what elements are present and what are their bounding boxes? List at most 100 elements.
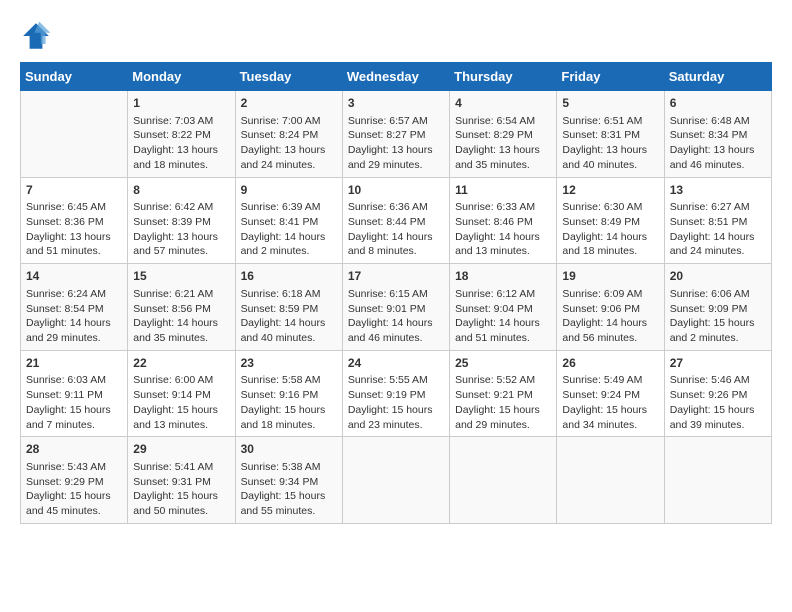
header-cell-saturday: Saturday — [664, 63, 771, 91]
day-number: 3 — [348, 95, 444, 112]
calendar-cell: 22Sunrise: 6:00 AM Sunset: 9:14 PM Dayli… — [128, 350, 235, 437]
day-number: 8 — [133, 182, 229, 199]
calendar-cell: 16 Sunrise: 6:18 AM Sunset: 8:59 PM Dayli… — [235, 264, 342, 351]
calendar-cell — [557, 437, 664, 524]
day-number: 22 — [133, 355, 229, 372]
day-number: 27 — [670, 355, 766, 372]
calendar-cell: 4 Sunrise: 6:54 AM Sunset: 8:29 PM Daylig… — [450, 91, 557, 178]
day-number: 2 — [241, 95, 337, 112]
day-info: Sunrise: 6:09 AM Sunset: 9:06 PM Dayligh… — [562, 287, 658, 346]
header-cell-friday: Friday — [557, 63, 664, 91]
header-cell-sunday: Sunday — [21, 63, 128, 91]
calendar-cell: 5Sunrise: 6:51 AM Sunset: 8:31 PM Daylig… — [557, 91, 664, 178]
header-cell-tuesday: Tuesday — [235, 63, 342, 91]
day-number: 5 — [562, 95, 658, 112]
day-number: 25 — [455, 355, 551, 372]
calendar-cell: 15 Sunrise: 6:21 AM Sunset: 8:56 PM Dayli… — [128, 264, 235, 351]
day-number: 19 — [562, 268, 658, 285]
calendar-cell: 12Sunrise: 6:30 AM Sunset: 8:49 PM Dayli… — [557, 177, 664, 264]
calendar-cell — [342, 437, 449, 524]
day-number: 1 — [133, 95, 229, 112]
day-info: Sunrise: 6:36 AM Sunset: 8:44 PM Dayligh… — [348, 200, 444, 259]
header-cell-wednesday: Wednesday — [342, 63, 449, 91]
calendar-table: SundayMondayTuesdayWednesdayThursdayFrid… — [20, 62, 772, 524]
calendar-cell: 6 Sunrise: 6:48 AM Sunset: 8:34 PM Daylig… — [664, 91, 771, 178]
calendar-cell: 20 Sunrise: 6:06 AM Sunset: 9:09 PM Dayli… — [664, 264, 771, 351]
day-info: Sunrise: 6:30 AM Sunset: 8:49 PM Dayligh… — [562, 200, 658, 259]
week-row-2: 7Sunrise: 6:45 AM Sunset: 8:36 PM Daylig… — [21, 177, 772, 264]
header-cell-thursday: Thursday — [450, 63, 557, 91]
calendar-cell: 10Sunrise: 6:36 AM Sunset: 8:44 PM Dayli… — [342, 177, 449, 264]
calendar-cell: 18Sunrise: 6:12 AM Sunset: 9:04 PM Dayli… — [450, 264, 557, 351]
day-number: 11 — [455, 182, 551, 199]
day-info: Sunrise: 5:41 AM Sunset: 9:31 PM Dayligh… — [133, 460, 229, 519]
day-info: Sunrise: 6:48 AM Sunset: 8:34 PM Dayligh… — [670, 114, 766, 173]
day-info: Sunrise: 5:58 AM Sunset: 9:16 PM Dayligh… — [241, 373, 337, 432]
logo — [20, 20, 56, 52]
day-info: Sunrise: 5:43 AM Sunset: 9:29 PM Dayligh… — [26, 460, 122, 519]
calendar-cell: 23Sunrise: 5:58 AM Sunset: 9:16 PM Dayli… — [235, 350, 342, 437]
day-number: 17 — [348, 268, 444, 285]
day-number: 4 — [455, 95, 551, 112]
calendar-cell: 8Sunrise: 6:42 AM Sunset: 8:39 PM Daylig… — [128, 177, 235, 264]
calendar-cell: 11Sunrise: 6:33 AM Sunset: 8:46 PM Dayli… — [450, 177, 557, 264]
day-info: Sunrise: 6:03 AM Sunset: 9:11 PM Dayligh… — [26, 373, 122, 432]
day-number: 20 — [670, 268, 766, 285]
calendar-cell: 25Sunrise: 5:52 AM Sunset: 9:21 PM Dayli… — [450, 350, 557, 437]
day-info: Sunrise: 5:52 AM Sunset: 9:21 PM Dayligh… — [455, 373, 551, 432]
calendar-cell: 1 Sunrise: 7:03 AM Sunset: 8:22 PM Daylig… — [128, 91, 235, 178]
header-cell-monday: Monday — [128, 63, 235, 91]
week-row-5: 28 Sunrise: 5:43 AM Sunset: 9:29 PM Dayli… — [21, 437, 772, 524]
day-info: Sunrise: 6:00 AM Sunset: 9:14 PM Dayligh… — [133, 373, 229, 432]
calendar-cell: 30 Sunrise: 5:38 AM Sunset: 9:34 PM Dayli… — [235, 437, 342, 524]
day-info: Sunrise: 6:18 AM Sunset: 8:59 PM Dayligh… — [241, 287, 337, 346]
calendar-cell: 2 Sunrise: 7:00 AM Sunset: 8:24 PM Daylig… — [235, 91, 342, 178]
week-row-3: 14 Sunrise: 6:24 AM Sunset: 8:54 PM Dayli… — [21, 264, 772, 351]
day-number: 9 — [241, 182, 337, 199]
day-info: Sunrise: 6:24 AM Sunset: 8:54 PM Dayligh… — [26, 287, 122, 346]
day-info: Sunrise: 5:55 AM Sunset: 9:19 PM Dayligh… — [348, 373, 444, 432]
calendar-cell: 24Sunrise: 5:55 AM Sunset: 9:19 PM Dayli… — [342, 350, 449, 437]
day-info: Sunrise: 6:33 AM Sunset: 8:46 PM Dayligh… — [455, 200, 551, 259]
day-number: 13 — [670, 182, 766, 199]
day-number: 24 — [348, 355, 444, 372]
day-info: Sunrise: 6:54 AM Sunset: 8:29 PM Dayligh… — [455, 114, 551, 173]
day-info: Sunrise: 6:27 AM Sunset: 8:51 PM Dayligh… — [670, 200, 766, 259]
day-number: 23 — [241, 355, 337, 372]
day-number: 12 — [562, 182, 658, 199]
calendar-cell: 3 Sunrise: 6:57 AM Sunset: 8:27 PM Daylig… — [342, 91, 449, 178]
day-number: 30 — [241, 441, 337, 458]
day-number: 7 — [26, 182, 122, 199]
day-info: Sunrise: 6:06 AM Sunset: 9:09 PM Dayligh… — [670, 287, 766, 346]
day-info: Sunrise: 5:38 AM Sunset: 9:34 PM Dayligh… — [241, 460, 337, 519]
calendar-cell: 14 Sunrise: 6:24 AM Sunset: 8:54 PM Dayli… — [21, 264, 128, 351]
day-number: 16 — [241, 268, 337, 285]
day-info: Sunrise: 7:00 AM Sunset: 8:24 PM Dayligh… — [241, 114, 337, 173]
logo-icon — [20, 20, 52, 52]
calendar-cell: 21Sunrise: 6:03 AM Sunset: 9:11 PM Dayli… — [21, 350, 128, 437]
day-number: 29 — [133, 441, 229, 458]
day-info: Sunrise: 6:45 AM Sunset: 8:36 PM Dayligh… — [26, 200, 122, 259]
day-number: 15 — [133, 268, 229, 285]
calendar-cell: 27Sunrise: 5:46 AM Sunset: 9:26 PM Dayli… — [664, 350, 771, 437]
day-info: Sunrise: 7:03 AM Sunset: 8:22 PM Dayligh… — [133, 114, 229, 173]
day-number: 18 — [455, 268, 551, 285]
header-row: SundayMondayTuesdayWednesdayThursdayFrid… — [21, 63, 772, 91]
day-number: 28 — [26, 441, 122, 458]
calendar-cell: 28 Sunrise: 5:43 AM Sunset: 9:29 PM Dayli… — [21, 437, 128, 524]
page-header — [20, 20, 772, 52]
day-info: Sunrise: 6:57 AM Sunset: 8:27 PM Dayligh… — [348, 114, 444, 173]
calendar-cell — [450, 437, 557, 524]
day-info: Sunrise: 5:46 AM Sunset: 9:26 PM Dayligh… — [670, 373, 766, 432]
calendar-cell: 7Sunrise: 6:45 AM Sunset: 8:36 PM Daylig… — [21, 177, 128, 264]
day-number: 14 — [26, 268, 122, 285]
calendar-cell: 9Sunrise: 6:39 AM Sunset: 8:41 PM Daylig… — [235, 177, 342, 264]
day-info: Sunrise: 6:42 AM Sunset: 8:39 PM Dayligh… — [133, 200, 229, 259]
week-row-1: 1 Sunrise: 7:03 AM Sunset: 8:22 PM Daylig… — [21, 91, 772, 178]
day-number: 21 — [26, 355, 122, 372]
calendar-cell: 19 Sunrise: 6:09 AM Sunset: 9:06 PM Dayli… — [557, 264, 664, 351]
day-info: Sunrise: 6:15 AM Sunset: 9:01 PM Dayligh… — [348, 287, 444, 346]
day-number: 6 — [670, 95, 766, 112]
day-info: Sunrise: 6:21 AM Sunset: 8:56 PM Dayligh… — [133, 287, 229, 346]
day-number: 10 — [348, 182, 444, 199]
